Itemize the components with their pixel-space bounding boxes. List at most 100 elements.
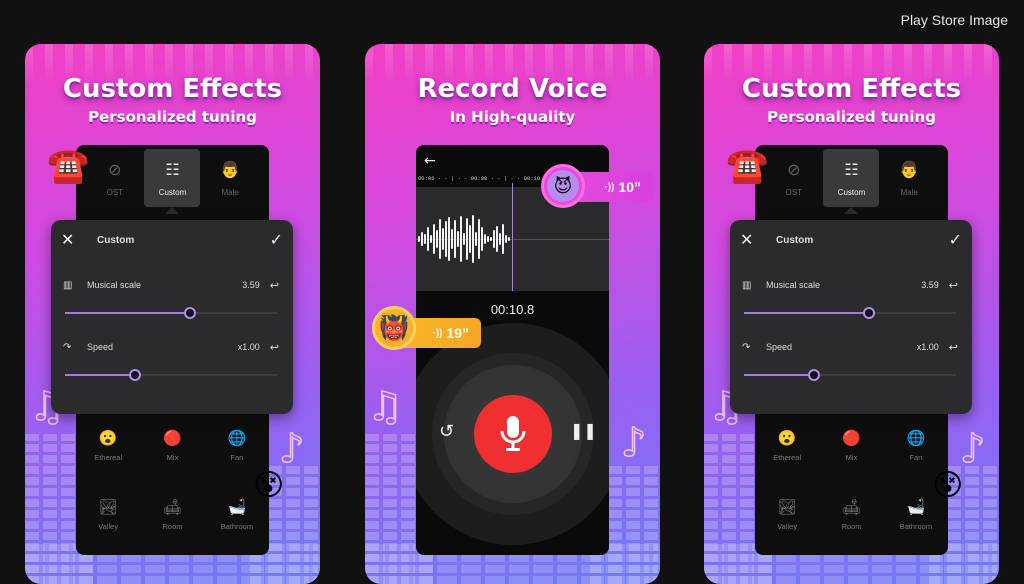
waveform-bar (508, 237, 510, 241)
waveform-bar (451, 229, 453, 249)
effect-valley[interactable]: 🏞 Valley (755, 498, 819, 531)
effect-label: Room (162, 522, 183, 531)
ethereal-icon: 😮 (98, 430, 118, 447)
no-entry-icon: ⊘ (787, 161, 801, 179)
reset-icon[interactable]: ↺ (439, 421, 454, 442)
waveform-bar (460, 216, 462, 262)
effect-label: Ethereal (773, 453, 802, 462)
reset-icon[interactable]: ↩ (270, 279, 279, 292)
slider-knob[interactable] (128, 369, 141, 381)
effects-grid: 😮 Ethereal 🔴 Mix 🌐 Fan 🏞 Valley 🛋 Room 🛁 Bathr… (755, 429, 948, 531)
check-icon[interactable]: ✓ (949, 230, 962, 250)
effect-label: Valley (98, 522, 119, 531)
dizzy-face-sticker-icon: 😵 (253, 468, 285, 503)
slider-knob[interactable] (184, 307, 197, 319)
devil-avatar-icon: 👹 (372, 306, 416, 350)
reset-icon[interactable]: ↩ (949, 341, 958, 354)
telephone-sticker-icon: ☎️ (726, 146, 769, 186)
music-note-icon: ♪ (620, 419, 647, 467)
waveform-bar (466, 218, 468, 260)
sound-waves-icon: ·)) (604, 181, 615, 193)
tab-custom[interactable]: ☷ Custom (823, 149, 880, 207)
room-icon: 🛋 (162, 499, 183, 516)
pause-icon[interactable]: ❚❚ (570, 421, 597, 440)
effect-fan[interactable]: 🌐 Fan (205, 429, 269, 462)
tab-label: Male (221, 187, 239, 197)
waveform-bar (496, 226, 498, 252)
tab-label: Custom (837, 187, 866, 197)
sliders-icon: ☷ (165, 161, 180, 179)
waveform-bar (505, 235, 507, 243)
speed-icon: ↷ (742, 341, 751, 353)
playhead[interactable] (512, 183, 513, 291)
effects-grid: 😮 Ethereal 🔴 Mix 🌐 Fan 🏞 Valley 🛋 Room 🛁 Bathr… (76, 429, 269, 531)
effect-label: Fan (909, 453, 923, 462)
waveform-bar (490, 237, 492, 241)
effect-ethereal[interactable]: 😮 Ethereal (76, 429, 140, 462)
check-icon[interactable]: ✓ (270, 230, 283, 250)
effect-fan[interactable]: 🌐 Fan (884, 429, 948, 462)
microphone-icon (500, 416, 526, 451)
effect-room[interactable]: 🛋 Room (140, 498, 204, 531)
music-note-icon: ♪ (959, 425, 986, 473)
play-store-image-label: Play Store Image (900, 12, 1008, 28)
tab-ost[interactable]: ⊘ OST (87, 149, 143, 207)
effect-mix[interactable]: 🔴 Mix (819, 429, 883, 462)
speed-slider[interactable] (744, 369, 956, 381)
effect-label: Room (841, 522, 862, 531)
effect-tabs: ⊘ OST ☷ Custom 👨 Male (76, 145, 269, 211)
back-arrow-icon[interactable]: ← (424, 153, 436, 169)
slider-knob[interactable] (863, 307, 876, 319)
waveform-bar (430, 235, 432, 243)
record-button[interactable] (474, 395, 552, 473)
card-title: Record Voice (417, 74, 608, 104)
waveform-bar (439, 219, 441, 259)
waveform-bar (448, 217, 450, 261)
waveform-bar (463, 233, 465, 245)
effect-mix[interactable]: 🔴 Mix (140, 429, 204, 462)
waveform-bar (493, 230, 495, 248)
valley-icon: 🏞 (777, 499, 797, 516)
custom-panel: ✕ Custom ✓ ▥ Musical scale 3.59 ↩ ↷ Spee… (51, 220, 293, 414)
musical-scale-slider[interactable] (65, 307, 277, 319)
waveform-bar (481, 227, 483, 251)
card-record-voice: ♫ ♪ Record Voice In High-quality ← 00:06… (365, 44, 660, 584)
waveform-bar (457, 231, 459, 247)
panel-title: Custom (776, 234, 814, 246)
slider-knob[interactable] (807, 369, 820, 381)
reset-icon[interactable]: ↩ (949, 279, 958, 292)
speed-slider[interactable] (65, 369, 277, 381)
param-value: x1.00 (237, 342, 260, 352)
param-label: Speed (87, 342, 114, 352)
tab-ost[interactable]: ⊘ OST (766, 149, 822, 207)
tab-custom[interactable]: ☷ Custom (144, 149, 201, 207)
waveform-bar (502, 224, 504, 254)
param-musical-scale: ▥ Musical scale 3.59 ↩ (742, 278, 958, 292)
room-icon: 🛋 (841, 499, 862, 516)
param-speed: ↷ Speed x1.00 ↩ (742, 340, 958, 354)
param-value: 3.59 (921, 280, 939, 290)
waveform (416, 183, 609, 291)
tab-label: Custom (158, 187, 187, 197)
dizzy-face-sticker-icon: 😵 (932, 468, 964, 503)
tab-label: OST (785, 187, 803, 197)
close-icon[interactable]: ✕ (61, 230, 87, 250)
waveform-bar (478, 219, 480, 259)
musical-scale-slider[interactable] (744, 307, 956, 319)
card-title: Custom Effects (741, 74, 962, 104)
reset-icon[interactable]: ↩ (270, 341, 279, 354)
waveform-bar (484, 234, 486, 244)
effect-valley[interactable]: 🏞 Valley (76, 498, 140, 531)
card-subtitle: Personalized tuning (88, 108, 257, 126)
tab-male[interactable]: 👨 Male (202, 149, 258, 207)
card-custom-effects: ♫ ♪ Custom Effects Personalized tuning ⊘… (25, 44, 320, 584)
effect-ethereal[interactable]: 😮 Ethereal (755, 429, 819, 462)
tab-male[interactable]: 👨 Male (881, 149, 937, 207)
fan-icon: 🌐 (906, 430, 926, 447)
close-icon[interactable]: ✕ (740, 230, 766, 250)
tab-label: OST (106, 187, 124, 197)
waveform-bar (436, 230, 438, 248)
card-subtitle: Personalized tuning (767, 108, 936, 126)
piano-icon: ▥ (63, 279, 73, 291)
effect-room[interactable]: 🛋 Room (819, 498, 883, 531)
